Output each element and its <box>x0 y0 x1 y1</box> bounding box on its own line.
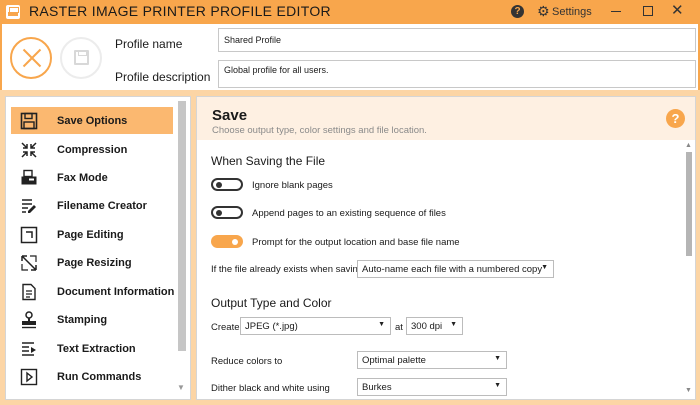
select-value: Burkes <box>362 382 392 393</box>
chevron-down-icon: ▼ <box>494 382 501 389</box>
chevron-down-icon: ▼ <box>450 321 457 328</box>
sidebar-scrollbar[interactable] <box>178 101 186 351</box>
sidebar-item-page-editing[interactable]: Page Editing <box>11 221 173 248</box>
maximize-button[interactable] <box>643 6 653 16</box>
panel-header: Save Choose output type, color settings … <box>197 97 695 140</box>
resize-arrows-icon <box>21 255 37 271</box>
select-value: JPEG (*.jpg) <box>245 321 298 332</box>
sidebar-item-fax-mode[interactable]: Fax Mode <box>11 164 173 191</box>
file-exists-label: If the file already exists when saving <box>211 264 364 275</box>
sidebar-item-document-information[interactable]: Document Information <box>11 278 175 305</box>
window-title: RASTER IMAGE PRINTER PROFILE EDITOR <box>29 3 331 19</box>
floppy-disk-icon <box>20 112 38 130</box>
fax-machine-icon <box>21 169 37 185</box>
save-profile-button[interactable] <box>60 37 102 79</box>
reduce-colors-label: Reduce colors to <box>211 356 283 367</box>
toggle-label: Prompt for the output location and base … <box>252 237 460 248</box>
append-pages-toggle[interactable] <box>211 206 243 219</box>
close-window-button[interactable]: ✕ <box>671 2 684 20</box>
output-type-select[interactable]: JPEG (*.jpg) ▼ <box>240 317 391 335</box>
sidebar-item-save-options[interactable]: Save Options <box>11 107 173 134</box>
gear-icon[interactable]: ⚙ <box>537 3 550 19</box>
main-scrollbar[interactable] <box>686 152 692 256</box>
profile-description-label: Profile description <box>115 70 211 84</box>
at-label: at <box>395 322 403 333</box>
profile-description-input[interactable]: Global profile for all users. <box>218 60 696 88</box>
compress-arrows-icon <box>21 142 37 158</box>
profile-name-input[interactable]: Shared Profile <box>218 28 696 52</box>
help-icon[interactable]: ? <box>666 109 685 128</box>
sidebar-item-label: Fax Mode <box>57 172 108 184</box>
select-value: 300 dpi <box>411 321 443 332</box>
main-panel: Save Choose output type, color settings … <box>196 96 696 400</box>
toggle-label: Ignore blank pages <box>252 180 333 191</box>
run-play-icon <box>20 368 38 386</box>
printer-app-icon <box>6 5 20 19</box>
select-value: Auto-name each file with a numbered copy <box>362 264 543 275</box>
document-info-icon <box>22 283 36 301</box>
sidebar-item-label: Page Editing <box>57 229 124 241</box>
select-value: Optimal palette <box>362 355 426 366</box>
toggle-label: Append pages to an existing sequence of … <box>252 208 446 219</box>
title-bar: RASTER IMAGE PRINTER PROFILE EDITOR ? ⚙ … <box>0 0 700 24</box>
sidebar-item-label: Page Resizing <box>57 257 132 269</box>
scroll-down-arrow-icon[interactable]: ▼ <box>685 387 692 394</box>
sidebar-item-page-resizing[interactable]: Page Resizing <box>11 249 173 276</box>
sidebar-item-label: Text Extraction <box>57 343 136 355</box>
text-extract-icon <box>22 342 36 356</box>
reduce-colors-select[interactable]: Optimal palette ▼ <box>357 351 507 369</box>
sidebar-item-label: Stamping <box>57 314 108 326</box>
sidebar-item-label: Compression <box>57 144 128 156</box>
help-icon[interactable]: ? <box>511 5 524 18</box>
section-title: When Saving the File <box>211 154 326 168</box>
prompt-output-location-toggle[interactable] <box>211 235 243 248</box>
panel-title: Save <box>212 107 248 124</box>
profile-header: Profile name Shared Profile Profile desc… <box>0 24 700 90</box>
scroll-down-arrow-icon[interactable]: ▼ <box>177 383 185 392</box>
stamp-icon <box>22 311 36 329</box>
filename-edit-icon <box>22 199 36 213</box>
sidebar-item-label: Run Commands <box>57 371 142 383</box>
section-title: Output Type and Color <box>211 296 332 310</box>
chevron-down-icon: ▼ <box>541 264 548 271</box>
page-crop-icon <box>20 226 38 244</box>
sidebar-item-run-commands[interactable]: Run Commands <box>11 363 173 390</box>
floppy-disk-icon <box>74 50 89 65</box>
sidebar-item-compression[interactable]: Compression <box>11 136 173 163</box>
scroll-up-arrow-icon[interactable]: ▲ <box>685 142 692 149</box>
ignore-blank-pages-toggle[interactable] <box>211 178 243 191</box>
sidebar-item-text-extraction[interactable]: Text Extraction <box>11 335 173 362</box>
create-label: Create <box>211 322 240 333</box>
sidebar-item-label: Filename Creator <box>57 200 147 212</box>
settings-button[interactable]: Settings <box>552 6 592 18</box>
minimize-button[interactable] <box>611 11 621 12</box>
dither-select[interactable]: Burkes ▼ <box>357 378 507 396</box>
panel-subtitle: Choose output type, color settings and f… <box>212 125 427 136</box>
dither-label: Dither black and white using <box>211 383 330 394</box>
chevron-down-icon: ▼ <box>378 321 385 328</box>
dpi-select[interactable]: 300 dpi ▼ <box>406 317 463 335</box>
file-exists-select[interactable]: Auto-name each file with a numbered copy… <box>357 260 554 278</box>
sidebar-item-filename-creator[interactable]: Filename Creator <box>11 192 173 219</box>
cancel-button[interactable] <box>10 37 52 79</box>
sidebar: Save Options Compression Fax Mode Filena… <box>5 96 191 400</box>
sidebar-item-label: Document Information <box>57 286 175 298</box>
sidebar-item-label: Save Options <box>57 115 128 127</box>
chevron-down-icon: ▼ <box>494 355 501 362</box>
profile-name-label: Profile name <box>115 37 183 51</box>
sidebar-item-stamping[interactable]: Stamping <box>11 306 173 333</box>
